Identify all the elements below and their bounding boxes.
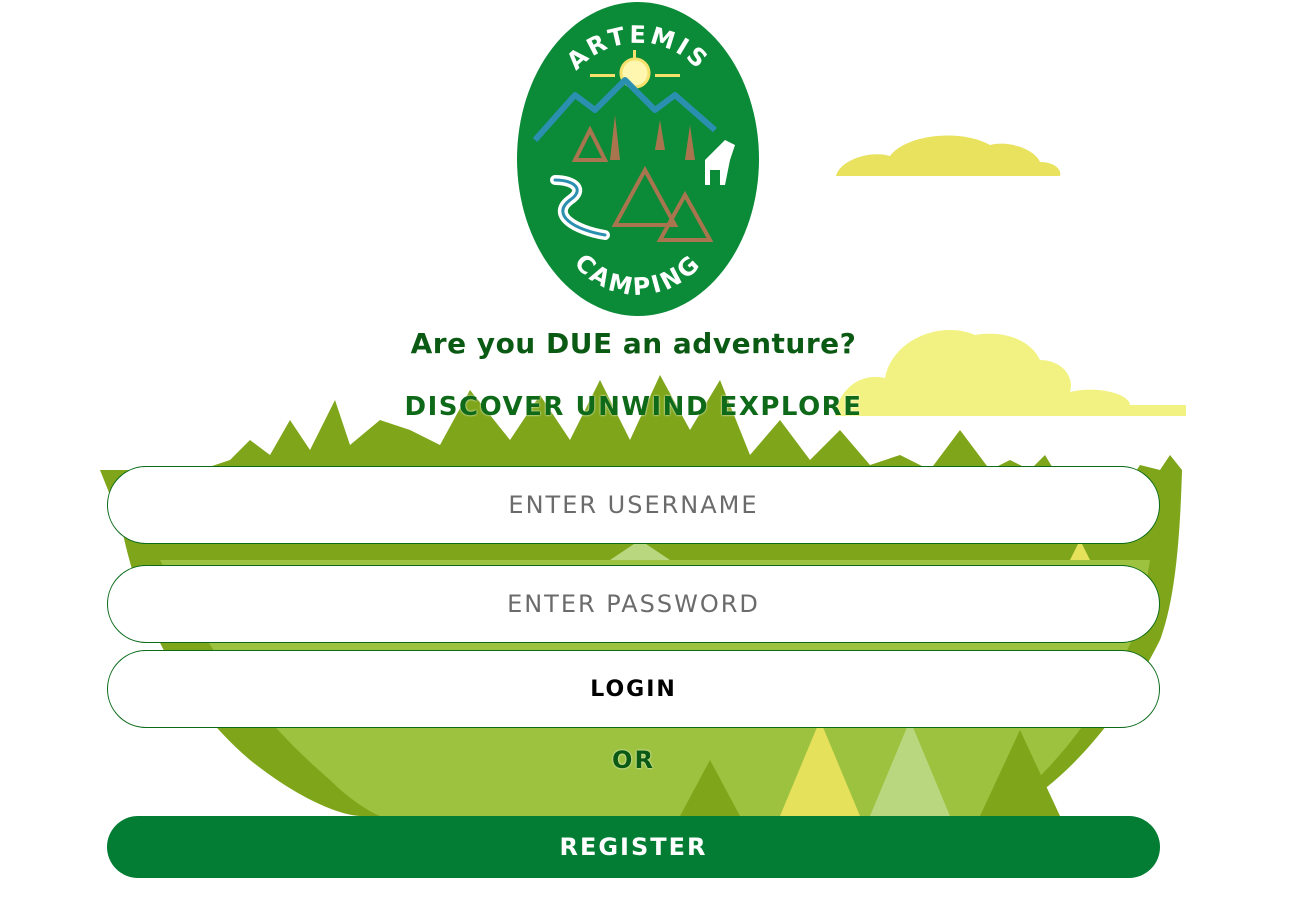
username-input[interactable] <box>108 466 1159 544</box>
register-button-label: REGISTER <box>559 833 708 861</box>
register-button[interactable]: REGISTER <box>107 816 1160 878</box>
tagline: Are you DUE an adventure? <box>410 327 857 360</box>
or-separator: OR <box>612 746 655 774</box>
password-input[interactable] <box>108 565 1159 643</box>
login-button-label: LOGIN <box>590 676 677 702</box>
artemis-camping-logo: ARTEMIS CAMPING <box>517 2 759 316</box>
password-field[interactable] <box>107 565 1160 643</box>
cloud-top-right <box>836 135 1061 176</box>
motto: DISCOVER UNWIND EXPLORE <box>404 392 863 422</box>
username-field[interactable] <box>107 466 1160 544</box>
login-button[interactable]: LOGIN <box>107 650 1160 728</box>
